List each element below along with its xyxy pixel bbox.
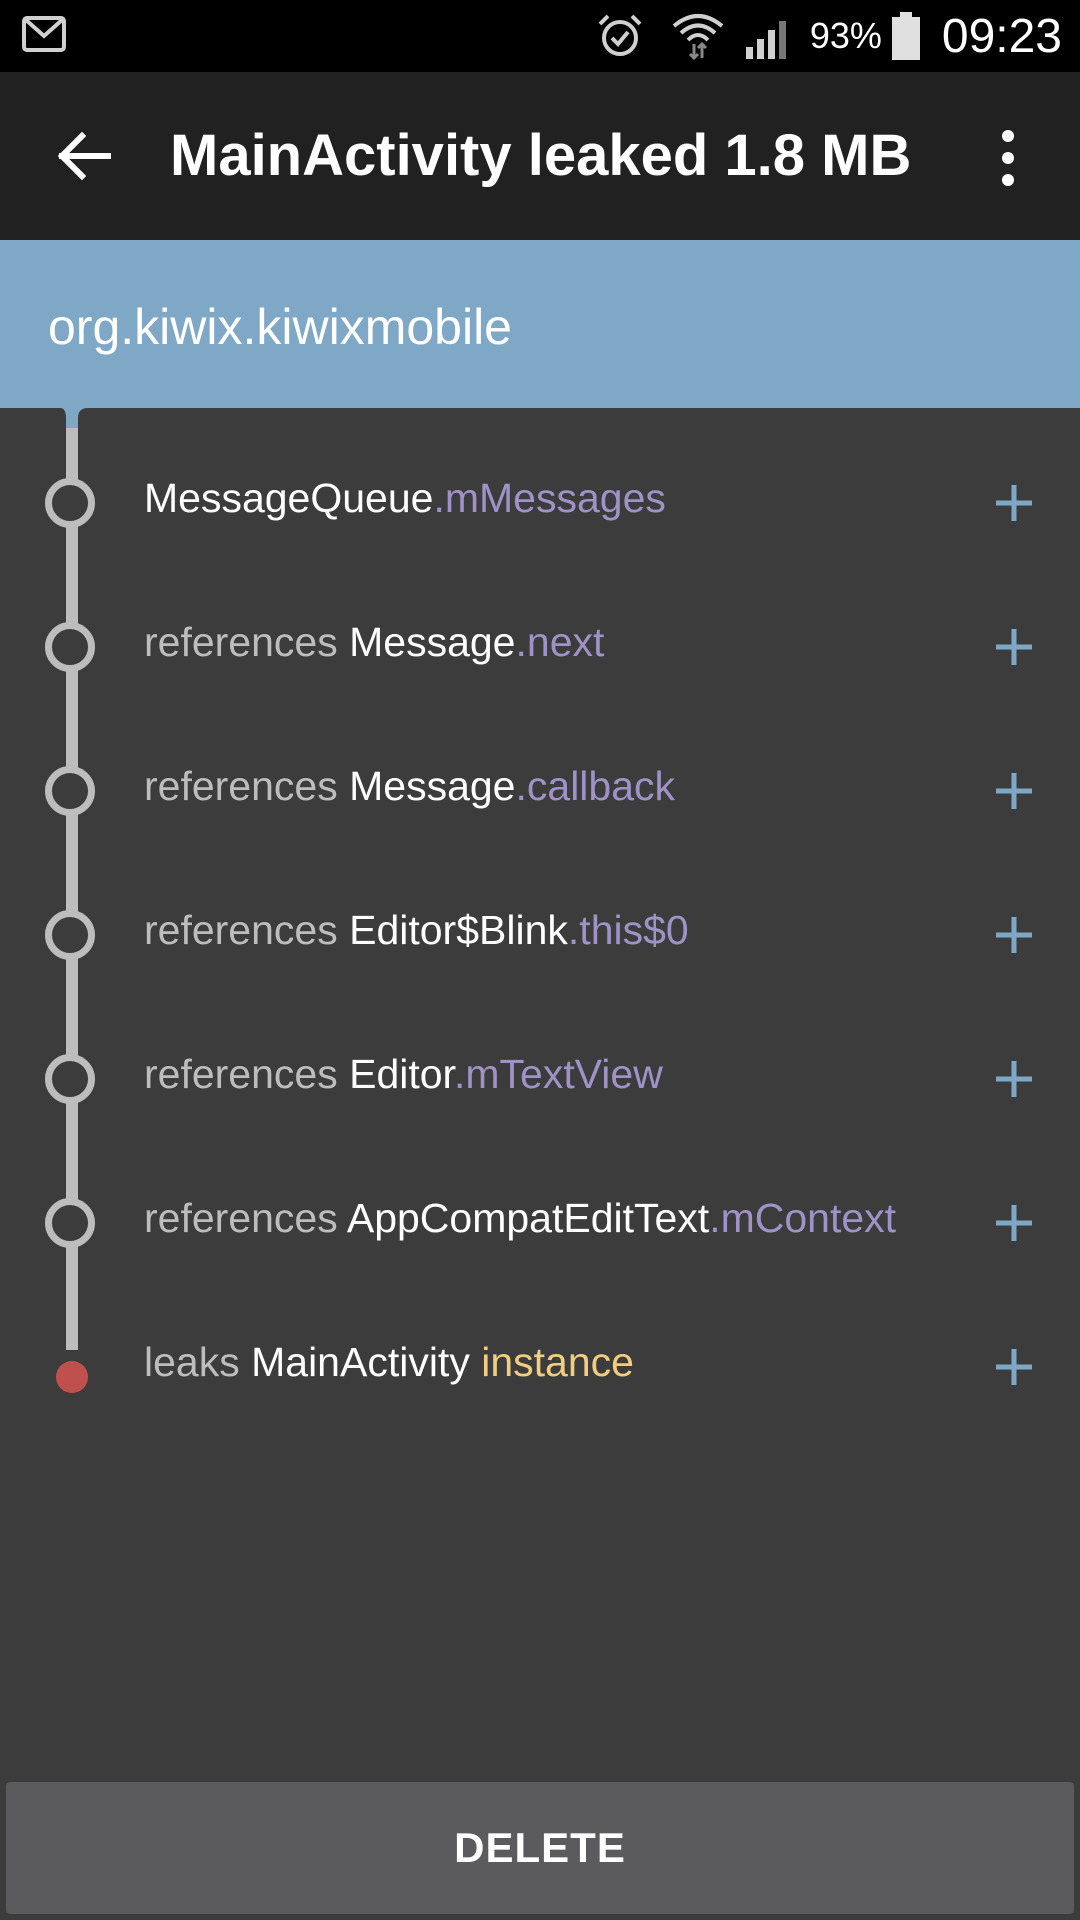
package-header: org.kiwix.kiwixmobile (0, 240, 1080, 408)
trace-node (45, 1198, 95, 1248)
trace-connector (60, 408, 88, 448)
trace-field: mMessages (444, 475, 666, 521)
expand-plus-icon[interactable] (994, 771, 1034, 811)
trace-row-label: references Message.callback (144, 763, 676, 809)
trace-class: Message (349, 763, 516, 809)
battery-percent: 93% (809, 15, 882, 56)
trace-node (45, 622, 95, 672)
trace-field: callback (526, 763, 676, 809)
trace-node (45, 478, 95, 528)
leak-trace: MessageQueue.mMessages references Messag… (0, 408, 1080, 1778)
trace-class: Message (349, 619, 516, 665)
status-bar: 93% 09:23 (0, 0, 1080, 72)
trace-row-label: references Message.next (144, 619, 605, 665)
trace-class: Editor (349, 1051, 454, 1097)
trace-class: AppCompatEditText (346, 1195, 710, 1241)
trace-row-label: leaks MainActivity instance (144, 1339, 634, 1385)
expand-plus-icon[interactable] (994, 1347, 1034, 1387)
expand-plus-icon[interactable] (994, 1203, 1034, 1243)
trace-row[interactable]: references Message.next (0, 597, 1080, 697)
trace-node (45, 766, 95, 816)
trace-row-label: references Editor$Blink.this$0 (144, 907, 689, 953)
trace-row-label: MessageQueue.mMessages (144, 475, 666, 521)
expand-plus-icon[interactable] (994, 627, 1034, 667)
trace-row[interactable]: references Editor$Blink.this$0 (0, 885, 1080, 985)
overflow-menu-icon[interactable] (990, 128, 1026, 188)
trace-field: mTextView (465, 1051, 663, 1097)
delete-button[interactable]: DELETE (6, 1782, 1074, 1914)
gmail-icon (22, 16, 66, 52)
app-bar: MainActivity leaked 1.8 MB (0, 72, 1080, 240)
wifi-icon (672, 14, 724, 60)
trace-row-label: references AppCompatEditText.mContext (144, 1195, 897, 1241)
trace-class: MainActivity (251, 1339, 470, 1385)
trace-row[interactable]: MessageQueue.mMessages (0, 453, 1080, 553)
trace-row[interactable]: references Editor.mTextView (0, 1029, 1080, 1129)
trace-row[interactable]: references AppCompatEditText.mContext (0, 1173, 1080, 1273)
alarm-icon (598, 14, 642, 56)
expand-plus-icon[interactable] (994, 915, 1034, 955)
leak-dot (56, 1361, 88, 1393)
trace-row[interactable]: references Message.callback (0, 741, 1080, 841)
page-title: MainActivity leaked 1.8 MB (170, 123, 912, 188)
trace-field: this$0 (579, 907, 689, 953)
back-arrow-icon[interactable] (52, 124, 116, 188)
trace-field: next (526, 619, 605, 665)
trace-row-label: references Editor.mTextView (144, 1051, 663, 1097)
battery-icon (891, 12, 920, 60)
trace-row-leak[interactable]: leaks MainActivity instance (0, 1317, 1080, 1417)
trace-field: mContext (720, 1195, 897, 1241)
clock: 09:23 (941, 9, 1062, 63)
trace-instance: instance (481, 1339, 634, 1385)
trace-class: MessageQueue (144, 475, 434, 521)
trace-node (45, 910, 95, 960)
package-name: org.kiwix.kiwixmobile (48, 299, 512, 355)
expand-plus-icon[interactable] (994, 483, 1034, 523)
signal-icon (745, 21, 786, 59)
trace-class: Editor$Blink (349, 907, 568, 953)
expand-plus-icon[interactable] (994, 1059, 1034, 1099)
trace-node (45, 1054, 95, 1104)
